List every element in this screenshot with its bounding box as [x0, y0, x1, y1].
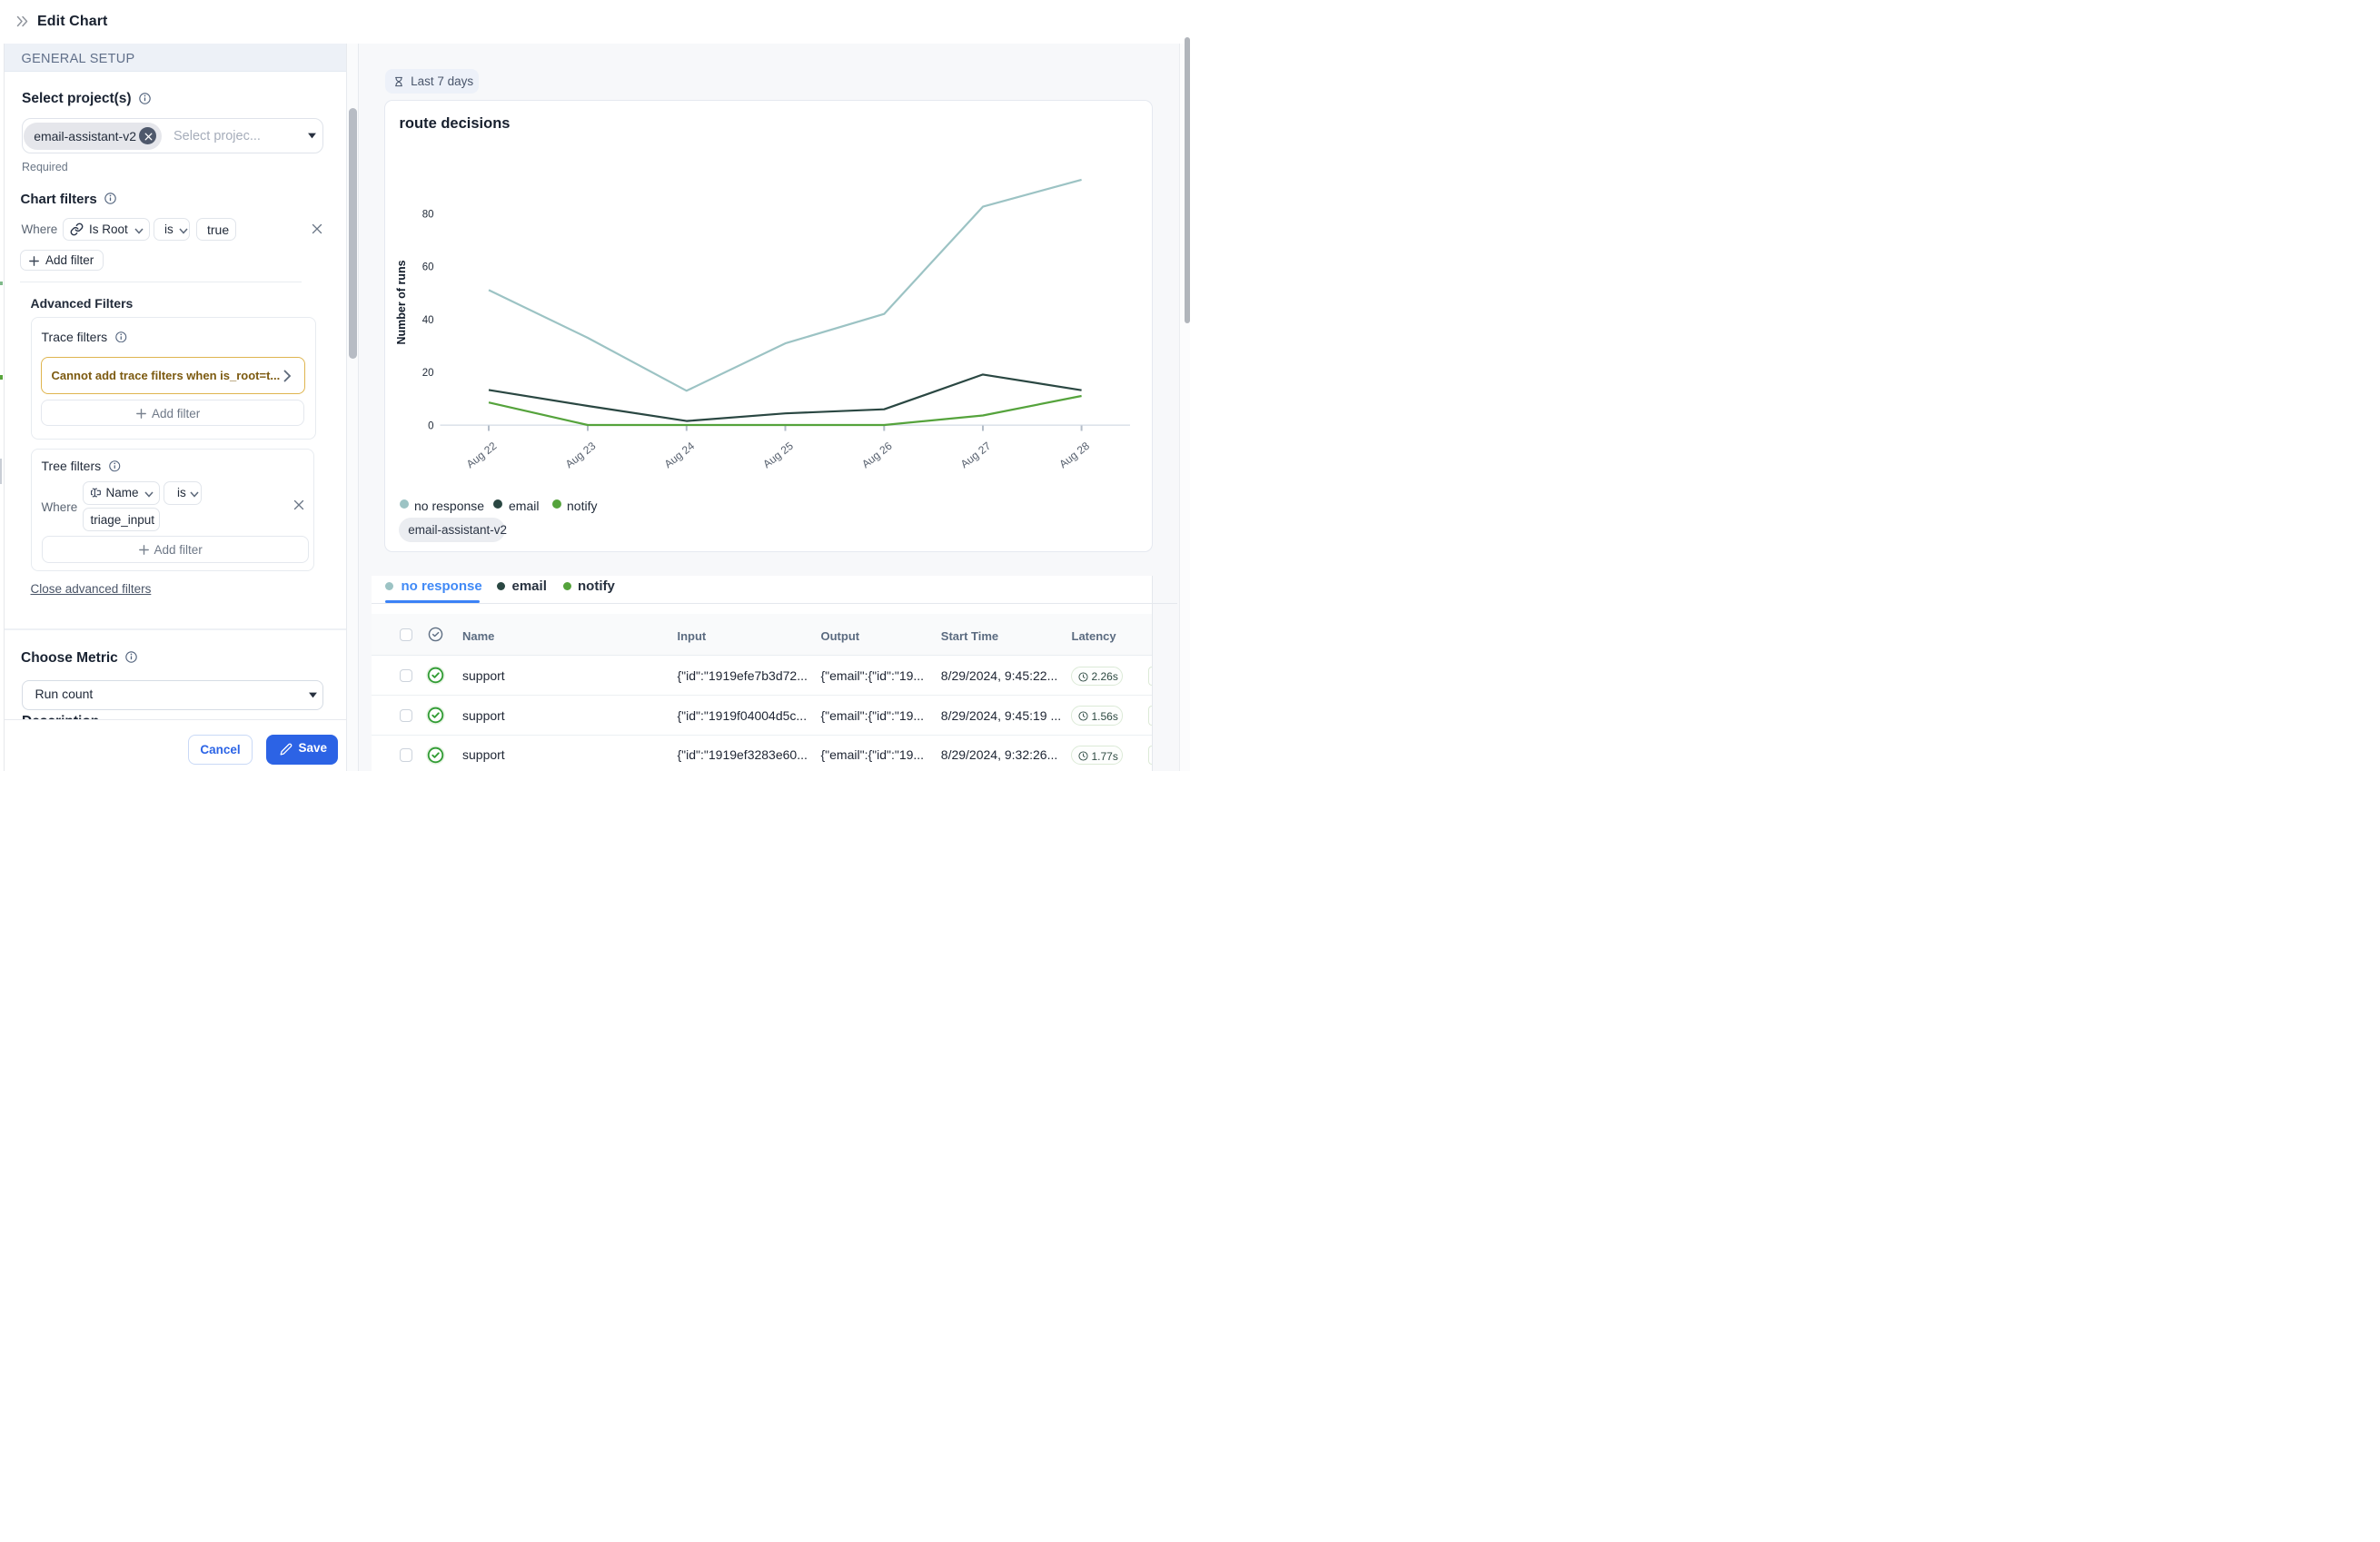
svg-text:Aug 26: Aug 26 — [859, 440, 895, 471]
svg-text:80: 80 — [422, 209, 434, 220]
svg-text:Aug 23: Aug 23 — [563, 440, 599, 471]
svg-text:Aug 25: Aug 25 — [760, 440, 796, 471]
svg-text:Aug 24: Aug 24 — [662, 440, 698, 471]
svg-text:Aug 28: Aug 28 — [1056, 440, 1092, 471]
svg-text:Aug 27: Aug 27 — [958, 440, 994, 471]
svg-text:40: 40 — [422, 315, 434, 326]
svg-text:20: 20 — [422, 368, 434, 379]
svg-text:60: 60 — [422, 262, 434, 273]
svg-text:Aug 22: Aug 22 — [464, 440, 500, 471]
svg-text:0: 0 — [428, 421, 433, 432]
svg-text:Number of runs: Number of runs — [395, 260, 408, 344]
